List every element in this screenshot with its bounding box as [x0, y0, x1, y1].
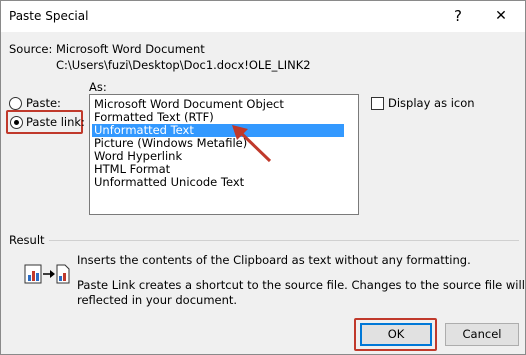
help-button[interactable]: ?: [441, 1, 475, 32]
source-value: Microsoft Word Document: [56, 42, 205, 56]
result-divider: [49, 240, 519, 241]
display-as-icon-label[interactable]: Display as icon: [388, 96, 475, 110]
paste-link-result-icon: [24, 264, 70, 284]
title-bar: Paste Special ? ✕: [1, 1, 525, 32]
cancel-button[interactable]: Cancel: [445, 323, 519, 346]
result-description-line2: Paste Link creates a shortcut to the sou…: [77, 278, 526, 292]
result-description-line1: Inserts the contents of the Clipboard as…: [77, 253, 471, 267]
source-label: Source:: [9, 42, 53, 56]
paste-radio-label[interactable]: Paste:: [26, 96, 61, 110]
paste-radio[interactable]: [9, 97, 22, 110]
paste-link-radio[interactable]: [10, 116, 23, 129]
dialog-title: Paste Special: [9, 9, 89, 23]
result-label: Result: [9, 233, 45, 247]
ok-button[interactable]: OK: [360, 323, 432, 346]
as-label: As:: [89, 80, 107, 94]
result-description-line3: reflected in your document.: [77, 293, 238, 307]
list-item[interactable]: Unformatted Unicode Text: [92, 176, 344, 189]
display-as-icon-checkbox[interactable]: [371, 97, 384, 110]
paste-special-dialog: Paste Special ? ✕ Source: Microsoft Word…: [0, 0, 526, 355]
annotation-arrow-icon: [232, 125, 272, 163]
format-listbox[interactable]: Microsoft Word Document Object Formatted…: [89, 94, 359, 215]
paste-link-radio-label[interactable]: Paste link:: [26, 115, 85, 129]
close-button[interactable]: ✕: [479, 1, 523, 32]
source-path: C:\Users\fuzi\Desktop\Doc1.docx!OLE_LINK…: [56, 58, 311, 72]
